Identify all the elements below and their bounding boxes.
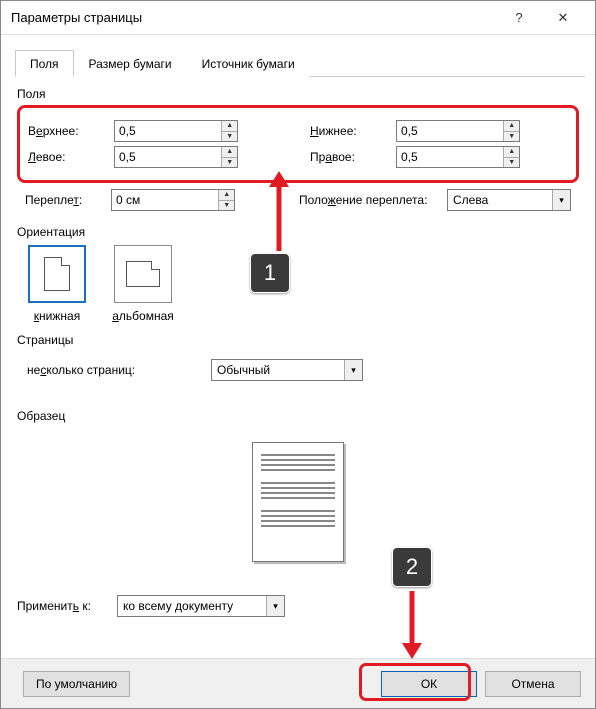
multiple-pages-select[interactable]: Обычный▾ [211, 359, 363, 381]
window-title: Параметры страницы [11, 10, 497, 25]
spin-up-icon[interactable]: ▲ [219, 190, 234, 201]
orientation-section-label: Ориентация [17, 225, 579, 239]
gutter-input[interactable]: ▲▼ [111, 189, 235, 211]
landscape-label: альбомная [109, 309, 177, 323]
cancel-button[interactable]: Отмена [485, 671, 581, 697]
portrait-page-icon [44, 257, 70, 291]
tab-source[interactable]: Источник бумаги [187, 50, 310, 77]
gutter-label: Переплет: [25, 193, 111, 207]
top-margin-label: Верхнее: [28, 124, 114, 138]
spin-down-icon[interactable]: ▼ [222, 158, 237, 168]
spin-up-icon[interactable]: ▲ [222, 121, 237, 132]
spin-down-icon[interactable]: ▼ [504, 132, 519, 142]
sample-page-icon [252, 442, 344, 562]
tab-paper[interactable]: Размер бумаги [74, 50, 187, 77]
left-margin-label: Левое: [28, 150, 114, 164]
footer: По умолчанию ОК Отмена [1, 658, 595, 708]
help-button[interactable]: ? [497, 3, 541, 33]
orientation-landscape[interactable]: альбомная [109, 245, 177, 323]
apply-to-label: Применить к: [17, 599, 117, 613]
chevron-down-icon: ▾ [266, 596, 284, 616]
sample-section-label: Образец [17, 409, 579, 423]
gutter-pos-select[interactable]: Слева▾ [447, 189, 571, 211]
bottom-margin-label: Нижнее: [310, 124, 396, 138]
chevron-down-icon: ▾ [344, 360, 362, 380]
defaults-button[interactable]: По умолчанию [23, 671, 130, 697]
right-margin-input[interactable]: ▲▼ [396, 146, 520, 168]
right-margin-label: Правое: [310, 150, 396, 164]
sample-preview [17, 427, 579, 577]
spin-up-icon[interactable]: ▲ [504, 147, 519, 158]
gutter-pos-label: Положение переплета: [299, 193, 447, 207]
tab-margins[interactable]: Поля [15, 50, 74, 77]
spin-down-icon[interactable]: ▼ [219, 201, 234, 211]
spin-down-icon[interactable]: ▼ [504, 158, 519, 168]
pages-section-label: Страницы [17, 333, 579, 347]
bottom-margin-input[interactable]: ▲▼ [396, 120, 520, 142]
ok-button[interactable]: ОК [381, 671, 477, 697]
chevron-down-icon: ▾ [552, 190, 570, 210]
landscape-page-icon [126, 261, 160, 287]
spin-up-icon[interactable]: ▲ [504, 121, 519, 132]
portrait-label: книжная [23, 309, 91, 323]
tabs: Поля Размер бумаги Источник бумаги [15, 49, 585, 77]
top-margin-input[interactable]: ▲▼ [114, 120, 238, 142]
page-setup-dialog: Параметры страницы ? ✕ Поля Размер бумаг… [0, 0, 596, 709]
spin-up-icon[interactable]: ▲ [222, 147, 237, 158]
left-margin-input[interactable]: ▲▼ [114, 146, 238, 168]
margins-section-label: Поля [17, 87, 595, 101]
spin-down-icon[interactable]: ▼ [222, 132, 237, 142]
titlebar: Параметры страницы ? ✕ [1, 1, 595, 35]
orientation-portrait[interactable]: книжная [23, 245, 91, 323]
close-button[interactable]: ✕ [541, 3, 585, 33]
apply-to-select[interactable]: ко всему документу▾ [117, 595, 285, 617]
margins-highlight: Верхнее: ▲▼ Нижнее: ▲▼ Левое: ▲▼ Правое:… [17, 105, 579, 183]
multiple-pages-label: несколько страниц: [27, 363, 211, 377]
